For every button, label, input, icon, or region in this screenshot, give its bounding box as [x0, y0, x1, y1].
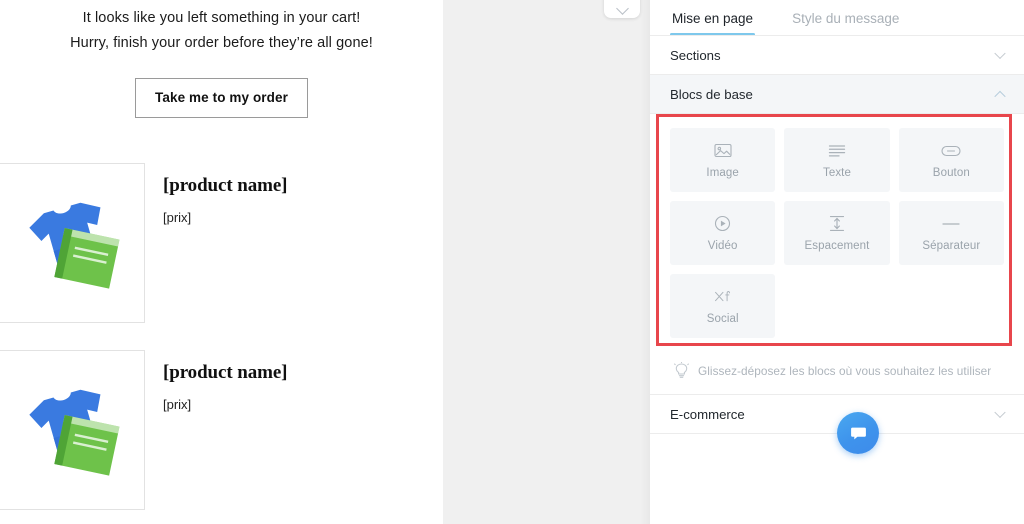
accordion-label: Blocs de base — [670, 86, 753, 102]
chevron-down-icon — [994, 406, 1006, 419]
collapse-panel-button[interactable] — [604, 0, 640, 18]
block-label: Image — [706, 166, 739, 179]
headline-block[interactable]: It looks like you left something in your… — [0, 0, 443, 56]
blocks-grid: Image Texte Bouton Vidéo Espacement Sépa… — [670, 128, 1004, 338]
tshirt-book-placeholder-icon — [28, 202, 120, 289]
block-bouton[interactable]: Bouton — [898, 128, 1004, 192]
email-preview-canvas[interactable]: It looks like you left something in your… — [0, 0, 443, 524]
accordion-label: E-commerce — [670, 406, 745, 422]
hint-text: Glissez-déposez les blocs où vous souhai… — [698, 363, 992, 378]
product-image-placeholder[interactable] — [0, 350, 145, 510]
product-info: [product name] [prix] — [145, 350, 287, 412]
product-row[interactable]: [product name] [prix] — [0, 163, 443, 323]
product-price[interactable]: [prix] — [163, 210, 287, 225]
take-me-to-my-order-button[interactable]: Take me to my order — [135, 78, 308, 118]
text-lines-icon — [827, 142, 847, 160]
button-pill-icon — [941, 142, 961, 160]
block-texte[interactable]: Texte — [784, 128, 890, 192]
tab-style-du-message[interactable]: Style du message — [790, 0, 901, 36]
block-espacement[interactable]: Espacement — [784, 201, 890, 265]
tab-mise-en-page[interactable]: Mise en page — [670, 0, 756, 36]
product-name[interactable]: [product name] — [163, 175, 287, 197]
canvas-gutter — [443, 0, 650, 524]
accordion-blocs-de-base[interactable]: Blocs de base — [650, 75, 1024, 114]
blocks-palette: Image Texte Bouton Vidéo Espacement Sépa… — [650, 114, 1024, 346]
block-social[interactable]: Social — [670, 274, 776, 338]
block-label: Espacement — [804, 239, 870, 252]
tab-label: Mise en page — [672, 10, 754, 26]
accordion-label: Sections — [670, 47, 721, 63]
drag-drop-hint: Glissez-déposez les blocs où vous souhai… — [650, 346, 1024, 395]
block-slot-empty — [784, 274, 889, 338]
product-info: [product name] [prix] — [145, 163, 287, 225]
block-label: Bouton — [932, 166, 970, 179]
app-root: It looks like you left something in your… — [0, 0, 1024, 524]
social-x-facebook-icon — [713, 288, 733, 306]
block-image[interactable]: Image — [670, 128, 776, 192]
product-name[interactable]: [product name] — [163, 362, 287, 384]
cta-block: Take me to my order — [0, 78, 443, 118]
lightbulb-icon — [674, 362, 689, 379]
tab-label: Style du message — [792, 10, 900, 26]
block-slot-empty — [899, 274, 1004, 338]
sidebar-tabs: Mise en page Style du message — [650, 0, 1024, 36]
block-label: Texte — [822, 166, 851, 179]
horizontal-rule-icon — [941, 215, 961, 233]
image-icon — [713, 142, 733, 160]
vertical-spacing-icon — [827, 215, 847, 233]
block-separateur[interactable]: Séparateur — [898, 201, 1004, 265]
play-circle-icon — [713, 215, 733, 233]
product-image-placeholder[interactable] — [0, 163, 145, 323]
chevron-down-icon — [615, 2, 629, 15]
editor-sidebar: Mise en page Style du message Sections B… — [650, 0, 1024, 524]
block-video[interactable]: Vidéo — [670, 201, 776, 265]
tshirt-book-placeholder-icon — [28, 389, 120, 476]
product-price[interactable]: [prix] — [163, 397, 287, 412]
block-label: Vidéo — [707, 239, 738, 252]
chevron-down-icon — [994, 47, 1006, 60]
chevron-up-icon — [994, 90, 1006, 103]
block-label: Séparateur — [922, 239, 981, 252]
headline-line-1: It looks like you left something in your… — [82, 10, 361, 26]
chat-support-button[interactable] — [837, 412, 879, 454]
accordion-sections[interactable]: Sections — [650, 36, 1024, 75]
headline-line-2: Hurry, finish your order before they’re … — [70, 35, 373, 51]
block-label: Social — [706, 312, 739, 325]
table-row[interactable]: [product name] [prix] — [0, 350, 443, 510]
email-body: It looks like you left something in your… — [0, 0, 443, 510]
chat-bubble-icon — [850, 427, 866, 439]
